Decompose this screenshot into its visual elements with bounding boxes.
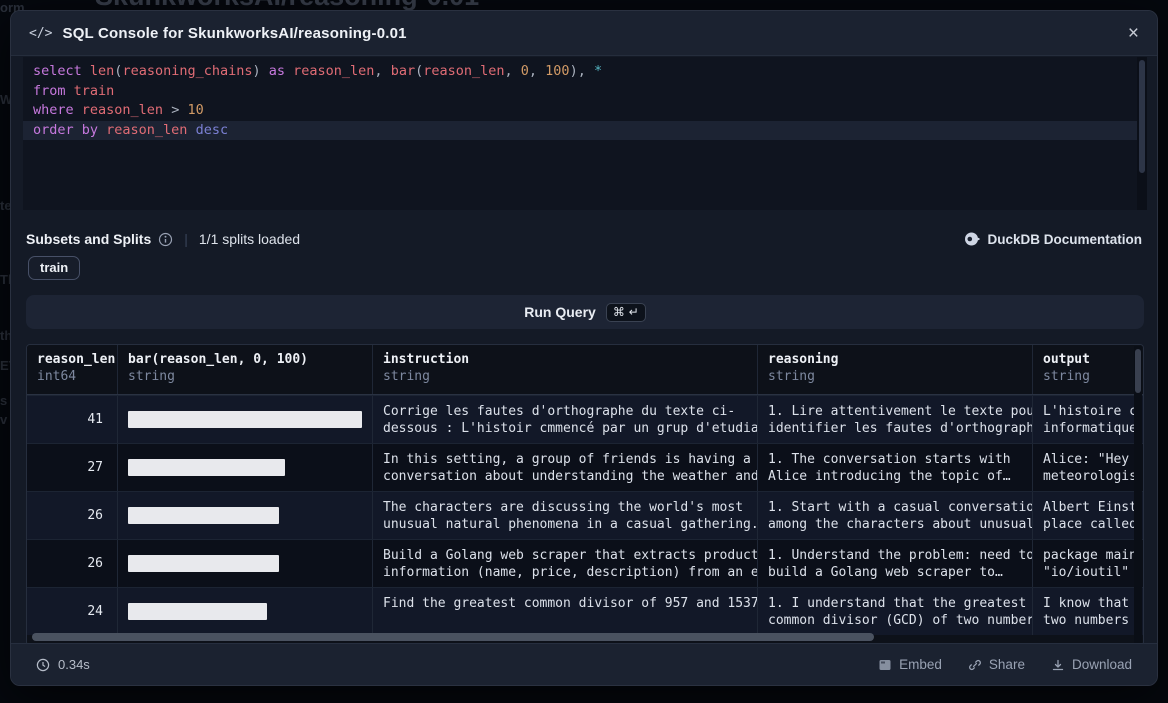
cell-output: package main "io/ioutil" " bbox=[1032, 540, 1138, 587]
share-label: Share bbox=[989, 657, 1025, 672]
table-row: 27 In this setting, a group of friends i… bbox=[27, 443, 1143, 491]
duckdb-documentation-link[interactable]: DuckDB Documentation bbox=[964, 231, 1142, 247]
subsets-and-splits-bar: Subsets and Splits | 1/1 splits loaded D… bbox=[26, 228, 1142, 250]
footer-actions: Embed Share Download bbox=[878, 657, 1132, 672]
table-horizontal-scrollbar-thumb[interactable] bbox=[32, 633, 874, 641]
link-icon bbox=[968, 658, 982, 672]
modal-title: SQL Console for SkunkworksAI/reasoning-0… bbox=[62, 25, 406, 42]
cell-instruction: In this setting, a group of friends is h… bbox=[372, 444, 757, 491]
table-header-row: reason_len int64 bar(reason_len, 0, 100)… bbox=[27, 345, 1143, 395]
download-label: Download bbox=[1072, 657, 1132, 672]
cell-instruction: Find the greatest common divisor of 957 … bbox=[372, 588, 757, 635]
embed-button[interactable]: Embed bbox=[878, 657, 942, 672]
table-row: 24 Find the greatest common divisor of 9… bbox=[27, 587, 1143, 635]
cell-reasoning: 1. I understand that the greatest common… bbox=[757, 588, 1032, 635]
table-row: 26 The characters are discussing the wor… bbox=[27, 491, 1143, 539]
cell-output: Albert Einste place called bbox=[1032, 492, 1138, 539]
cell-reason-len: 26 bbox=[27, 540, 117, 587]
results-table: reason_len int64 bar(reason_len, 0, 100)… bbox=[26, 344, 1144, 646]
cell-reason-len: 27 bbox=[27, 444, 117, 491]
duckdb-logo-icon bbox=[964, 231, 980, 247]
embed-label: Embed bbox=[899, 657, 942, 672]
editor-scrollbar[interactable] bbox=[1137, 57, 1147, 210]
splits-loaded-status: 1/1 splits loaded bbox=[199, 231, 300, 247]
modal-header: </> SQL Console for SkunkworksAI/reasoni… bbox=[11, 11, 1157, 56]
column-header-reasoning[interactable]: reasoning string bbox=[757, 345, 1032, 394]
table-row: 26 Build a Golang web scraper that extra… bbox=[27, 539, 1143, 587]
cell-bar bbox=[117, 540, 372, 587]
table-row: 41 Corrige les fautes d'orthographe du t… bbox=[27, 395, 1143, 443]
table-vertical-scrollbar[interactable] bbox=[1134, 346, 1142, 646]
sql-line-2: from train bbox=[23, 82, 1147, 102]
cell-reason-len: 24 bbox=[27, 588, 117, 635]
sql-line-1: select len(reasoning_chains) as reason_l… bbox=[23, 62, 1147, 82]
close-icon[interactable]: × bbox=[1128, 24, 1139, 43]
cell-reasoning: 1. Lire attentivement le texte pour iden… bbox=[757, 396, 1032, 443]
cell-reasoning: 1. The conversation starts with Alice in… bbox=[757, 444, 1032, 491]
cell-reasoning: 1. Understand the problem: need to build… bbox=[757, 540, 1032, 587]
share-button[interactable]: Share bbox=[968, 657, 1025, 672]
sql-editor[interactable]: select len(reasoning_chains) as reason_l… bbox=[23, 57, 1147, 210]
bar-visualization bbox=[128, 555, 279, 572]
cmd-enter-shortcut-badge: ⌘ ↵ bbox=[606, 303, 646, 322]
run-query-button[interactable]: Run Query ⌘ ↵ bbox=[26, 295, 1144, 329]
query-elapsed-time: 0.34s bbox=[36, 657, 90, 672]
table-vertical-scrollbar-thumb[interactable] bbox=[1135, 349, 1141, 393]
cell-reason-len: 41 bbox=[27, 396, 117, 443]
elapsed-time-value: 0.34s bbox=[58, 657, 90, 672]
subsets-label: Subsets and Splits bbox=[26, 231, 151, 247]
cell-output: Alice: "Hey g meteorologist bbox=[1032, 444, 1138, 491]
backdrop-text-fragment: v bbox=[0, 412, 7, 427]
info-icon[interactable] bbox=[158, 232, 173, 247]
cell-instruction: Corrige les fautes d'orthographe du text… bbox=[372, 396, 757, 443]
bar-visualization bbox=[128, 411, 362, 428]
column-header-bar[interactable]: bar(reason_len, 0, 100) string bbox=[117, 345, 372, 394]
divider: | bbox=[184, 231, 188, 247]
backdrop-text-fragment: s bbox=[0, 393, 7, 408]
code-icon: </> bbox=[29, 26, 52, 41]
table-horizontal-scrollbar[interactable] bbox=[28, 633, 1133, 641]
modal-footer: 0.34s Embed Share Download bbox=[11, 643, 1157, 685]
cell-bar bbox=[117, 444, 372, 491]
sql-line-3: where reason_len > 10 bbox=[23, 101, 1147, 121]
cell-instruction: Build a Golang web scraper that extracts… bbox=[372, 540, 757, 587]
sql-console-modal: </> SQL Console for SkunkworksAI/reasoni… bbox=[10, 10, 1158, 686]
cell-output: L'histoire co informatique bbox=[1032, 396, 1138, 443]
embed-icon bbox=[878, 658, 892, 672]
column-header-output[interactable]: output string bbox=[1032, 345, 1138, 394]
sql-code: select len(reasoning_chains) as reason_l… bbox=[23, 57, 1147, 140]
bar-visualization bbox=[128, 603, 267, 620]
download-icon bbox=[1051, 658, 1065, 672]
cell-instruction: The characters are discussing the world'… bbox=[372, 492, 757, 539]
run-query-label: Run Query bbox=[524, 304, 596, 320]
column-header-reason-len[interactable]: reason_len int64 bbox=[27, 345, 117, 394]
cell-bar bbox=[117, 492, 372, 539]
bar-visualization bbox=[128, 507, 279, 524]
bar-visualization bbox=[128, 459, 285, 476]
cell-output: I know that t two numbers i bbox=[1032, 588, 1138, 635]
cell-bar bbox=[117, 588, 372, 635]
sql-line-4-active: order by reason_len desc bbox=[23, 121, 1147, 141]
cell-bar bbox=[117, 396, 372, 443]
duckdb-documentation-label: DuckDB Documentation bbox=[987, 232, 1142, 247]
download-button[interactable]: Download bbox=[1051, 657, 1132, 672]
editor-scrollbar-thumb[interactable] bbox=[1139, 60, 1145, 173]
clock-icon bbox=[36, 658, 50, 672]
column-header-instruction[interactable]: instruction string bbox=[372, 345, 757, 394]
split-chip-train[interactable]: train bbox=[28, 256, 80, 280]
cell-reasoning: 1. Start with a casual conversation amon… bbox=[757, 492, 1032, 539]
cell-reason-len: 26 bbox=[27, 492, 117, 539]
